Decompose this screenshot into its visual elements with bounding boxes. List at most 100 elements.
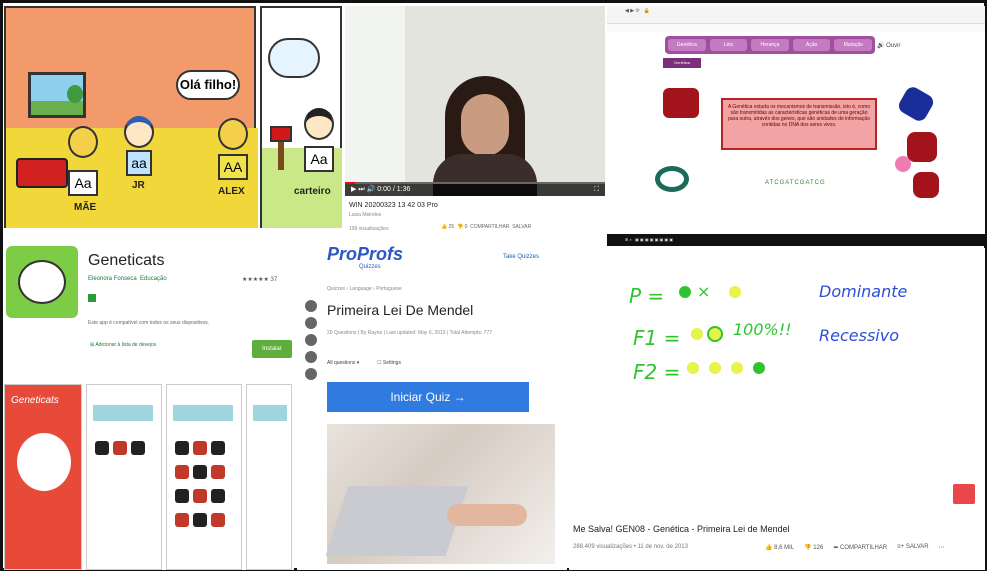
- red-table: [16, 158, 68, 188]
- email-icon[interactable]: [305, 351, 317, 363]
- dislike-button[interactable]: 👎 126: [804, 544, 823, 551]
- genetics-site-panel: ◀ ▶ ⟳ 🔒 Genética Leis Herança Ação Mutaç…: [607, 6, 985, 246]
- proprofs-quiz-panel: ProProfs Quizzes Take Quizzes Quizzes › …: [297, 236, 567, 570]
- save-button[interactable]: ≡+ SALVAR: [897, 544, 928, 551]
- speech-bubble: Olá filho!: [176, 70, 240, 100]
- definition-box: A Genética estuda os mecanismos de trans…: [721, 98, 877, 150]
- geneticats-app-icon: [6, 246, 78, 318]
- video-actions: 👍 8,6 MIL 👎 126 ➦ COMPARTILHAR ≡+ SALVAR…: [765, 544, 945, 551]
- audio-button[interactable]: 🔊 Ouvir: [877, 42, 901, 49]
- dna-sequence: ATCGATCGATCG: [765, 180, 826, 186]
- nav-item-2[interactable]: Leis: [709, 39, 748, 51]
- nav-item-4[interactable]: Ação: [792, 39, 831, 51]
- nav-item-3[interactable]: Herança: [751, 39, 789, 51]
- character-son: aa JR: [124, 116, 154, 191]
- like-button[interactable]: 👍 8,6 MIL: [765, 544, 794, 551]
- like-icon[interactable]: 👍: [441, 224, 447, 230]
- mother-genotype: Aa: [68, 170, 98, 196]
- comic-scene-room: Olá filho! Aa MÃE aa JR AA ALEX: [4, 6, 258, 228]
- comic-scene-yard: Aa carteiro: [260, 6, 342, 228]
- settings-button[interactable]: ☐ Settings: [377, 360, 401, 366]
- video-title: WIN 20200323 13 42 03 Pro: [349, 202, 438, 209]
- browser-toolbar: ◀ ▶ ⟳ 🔒: [607, 6, 985, 24]
- nav-item-5[interactable]: Mutação: [834, 39, 872, 51]
- promo-logo: Geneticats: [11, 395, 59, 406]
- take-quizzes-link[interactable]: Take Quizzes: [503, 254, 539, 260]
- cat-icon: [18, 260, 66, 304]
- dot-green: [679, 286, 691, 298]
- wishlist-button[interactable]: ⊞ Adicionar à lista de desejos: [90, 342, 156, 348]
- screenshot-4[interactable]: [246, 384, 292, 570]
- p-label: P =: [629, 284, 665, 308]
- proprofs-logo-sub: Quizzes: [359, 264, 381, 270]
- wall-picture: [28, 72, 86, 118]
- share-button[interactable]: COMPARTILHAR: [470, 224, 509, 230]
- app-store-panel: Geneticats Eleonora Fonseca Educação ★★★…: [4, 236, 294, 570]
- more-icon[interactable]: ⋯: [939, 544, 945, 551]
- start-quiz-button[interactable]: Iniciar Quiz →: [327, 382, 529, 412]
- save-button[interactable]: SALVAR: [512, 224, 531, 230]
- proprofs-logo[interactable]: ProProfs: [327, 244, 403, 265]
- breadcrumb[interactable]: Quizzes › Language › Portuguese: [327, 286, 402, 292]
- cell-icon: [907, 132, 937, 162]
- cloud: [268, 38, 320, 78]
- video-views: 288.409 visualizações • 11 de nov. de 20…: [573, 544, 688, 550]
- quiz-meta: 20 Questions | By Rayna | Last updated: …: [327, 330, 493, 336]
- dominant-label: Dominante: [819, 282, 908, 301]
- dislike-icon[interactable]: 👎: [457, 224, 463, 230]
- postman-genotype: Aa: [304, 146, 334, 172]
- postman-label: carteiro: [294, 186, 331, 197]
- bookmark-icon: ⊞: [90, 342, 95, 348]
- webcam-video-panel: ▶ ⏭ 🔊 0:00 / 1:36 ⛶ WIN 20200323 13 42 0…: [345, 6, 605, 236]
- dna-helix-icon: [655, 166, 689, 192]
- windows-taskbar: ⊞ ⌕ ▣ ▣ ▣ ▣ ▣ ▣ ▣ ▣: [607, 234, 985, 246]
- social-share-bar: [305, 300, 317, 385]
- app-developer[interactable]: Eleonora Fonseca Educação: [88, 276, 167, 282]
- video-time: 0:00 / 1:36: [377, 186, 411, 193]
- play-icon[interactable]: ▶: [351, 186, 356, 193]
- compatibility-note: Este app é compatível com todos os seus …: [88, 320, 210, 326]
- share-button[interactable]: ➦ COMPARTILHAR: [833, 544, 887, 551]
- quiz-title: Primeira Lei De Mendel: [327, 302, 474, 318]
- twitter-icon[interactable]: [305, 317, 317, 329]
- alex-label: ALEX: [218, 186, 245, 197]
- site-nav: Genética Leis Herança Ação Mutação: [665, 36, 875, 54]
- exclamation-note: 100%!!: [733, 320, 792, 339]
- age-rating-badge: [88, 294, 96, 302]
- screenshot-2[interactable]: [86, 384, 162, 570]
- video-channel[interactable]: Luiza Meireles: [349, 212, 381, 218]
- mother-label: MÃE: [74, 202, 97, 213]
- pinterest-icon[interactable]: [305, 334, 317, 346]
- video-player[interactable]: ▶ ⏭ 🔊 0:00 / 1:36 ⛶: [345, 6, 605, 196]
- molecule-icon: [896, 84, 936, 124]
- cat-icon: [17, 433, 71, 491]
- comic-panel: Olá filho! Aa MÃE aa JR AA ALEX Aa carte…: [4, 6, 342, 228]
- son-genotype: aa: [126, 150, 152, 176]
- video-title: Me Salva! GEN08 - Genética - Primeira Le…: [573, 524, 790, 534]
- facebook-icon[interactable]: [305, 300, 317, 312]
- fullscreen-icon[interactable]: ⛶: [594, 184, 605, 196]
- son-label: JR: [132, 180, 145, 191]
- volume-icon[interactable]: 🔊: [367, 186, 376, 193]
- screenshot-1[interactable]: Geneticats: [4, 384, 82, 570]
- mailbox-icon: [270, 126, 292, 142]
- video-controls[interactable]: ▶ ⏭ 🔊 0:00 / 1:36 ⛶: [345, 184, 605, 196]
- settings-icon: ☐: [377, 360, 382, 366]
- bookmarks-bar: [607, 24, 985, 32]
- f2-label: F2 =: [633, 360, 681, 384]
- nav-item-1[interactable]: Genética: [668, 39, 706, 51]
- speaker-icon: 🔊: [877, 43, 885, 49]
- sub-tab[interactable]: Genética: [663, 58, 701, 68]
- screenshot-3[interactable]: [166, 384, 242, 570]
- install-button[interactable]: Instalar: [252, 340, 292, 358]
- app-rating: ★★★★★ 37: [242, 277, 278, 283]
- chromosome-icon: [663, 88, 699, 118]
- me-salva-logo: [953, 484, 975, 504]
- dot-yellow: [729, 286, 741, 298]
- questions-select[interactable]: All questions ▾: [327, 360, 359, 366]
- link-icon[interactable]: [305, 368, 317, 380]
- next-icon[interactable]: ⏭: [358, 186, 364, 193]
- f1-label: F1 =: [633, 326, 681, 350]
- video-actions: 👍 25 👎 0 COMPARTILHAR SALVAR: [441, 224, 532, 230]
- video-views: 199 visualizações: [349, 226, 389, 232]
